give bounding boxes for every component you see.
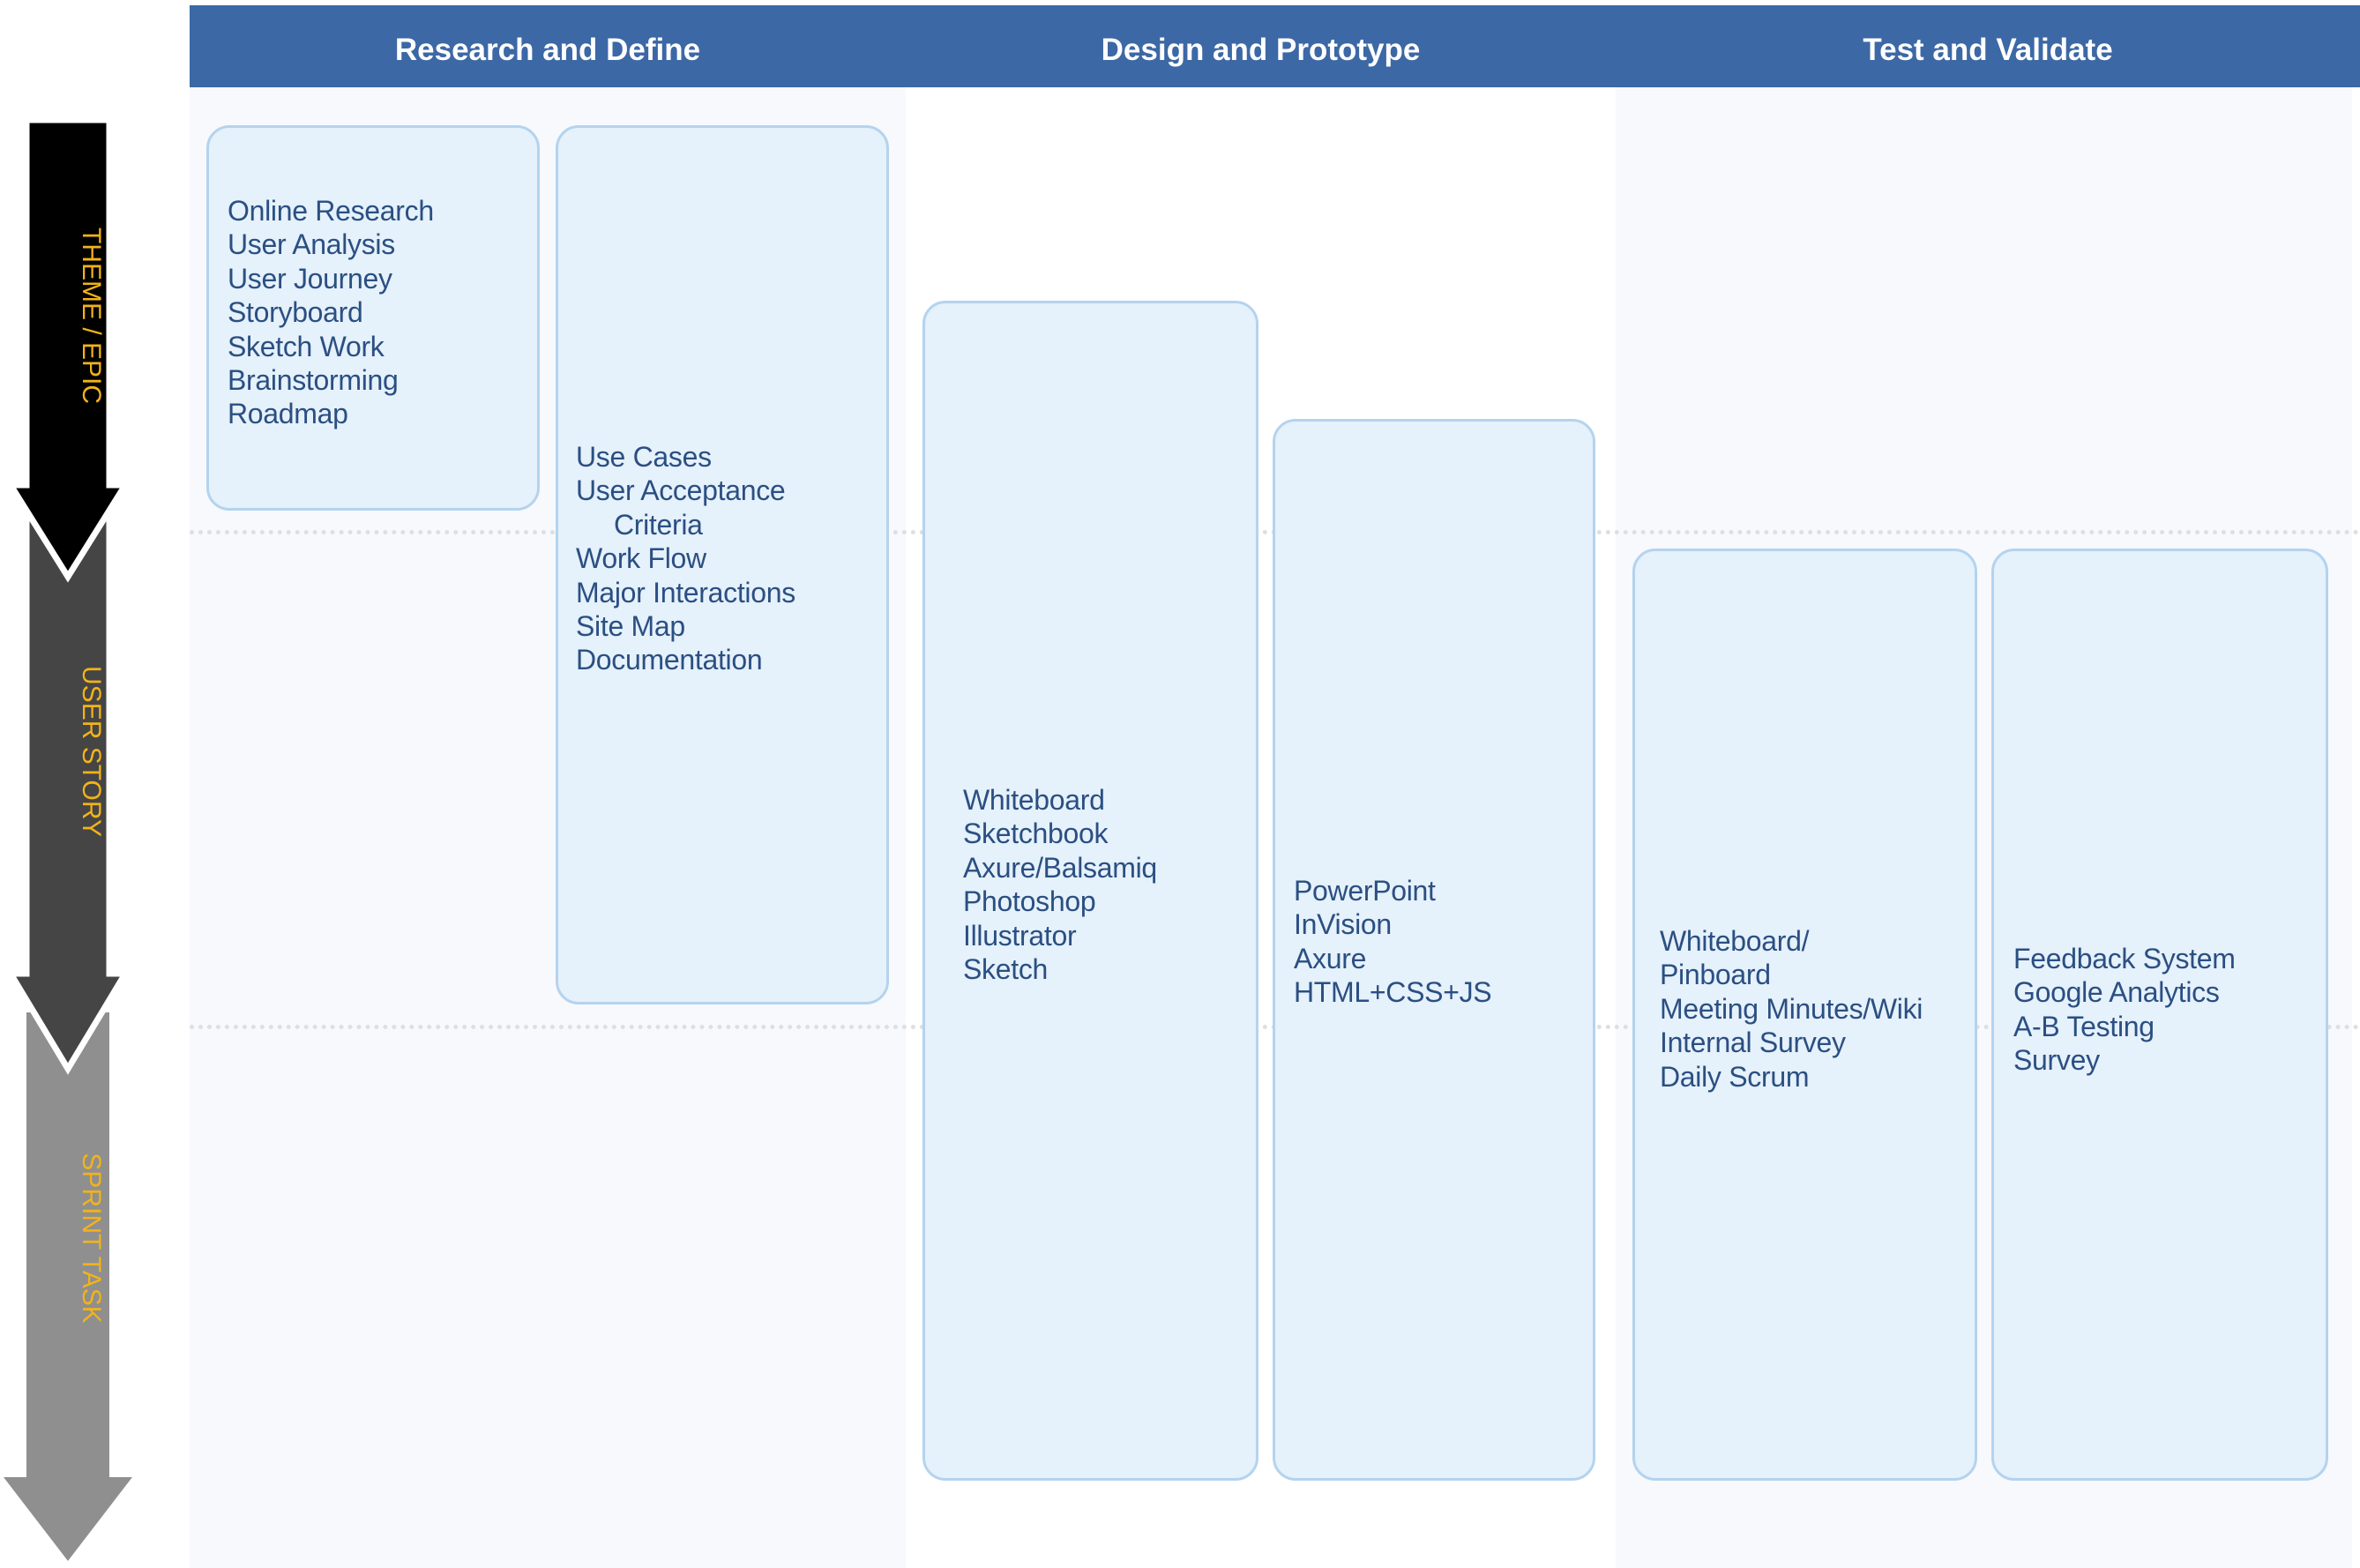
card-research-theme-text: Online Research User Analysis User Journ… <box>228 195 434 430</box>
level-label-sprint-task: SPRINT TASK <box>77 1153 106 1324</box>
phase-title-research: Research and Define <box>394 33 701 67</box>
level-label-theme-epic: THEME / EPIC <box>77 227 106 405</box>
card-prototype-tools-text: PowerPoint InVision Axure HTML+CSS+JS <box>1294 875 1492 1009</box>
phase-title-test: Test and Validate <box>1863 33 2113 67</box>
card-validate-collaboration-text: Whiteboard/ Pinboard Meeting Minutes/Wik… <box>1660 925 1923 1093</box>
phase-header-bar: Research and Define Design and Prototype… <box>190 5 2360 87</box>
sprint-task-arrow-segment <box>4 1012 132 1561</box>
card-research-story-text: Use Cases User Acceptance Criteria Work … <box>576 441 795 676</box>
level-arrow <box>4 116 132 1561</box>
card-design-tools-text: Whiteboard Sketchbook Axure/Balsamiq Pho… <box>963 784 1157 986</box>
card-validate-feedback-text: Feedback System Google Analytics A-B Tes… <box>2013 943 2236 1077</box>
phase-title-design: Design and Prototype <box>1101 33 1421 67</box>
level-label-user-story: USER STORY <box>77 666 106 837</box>
